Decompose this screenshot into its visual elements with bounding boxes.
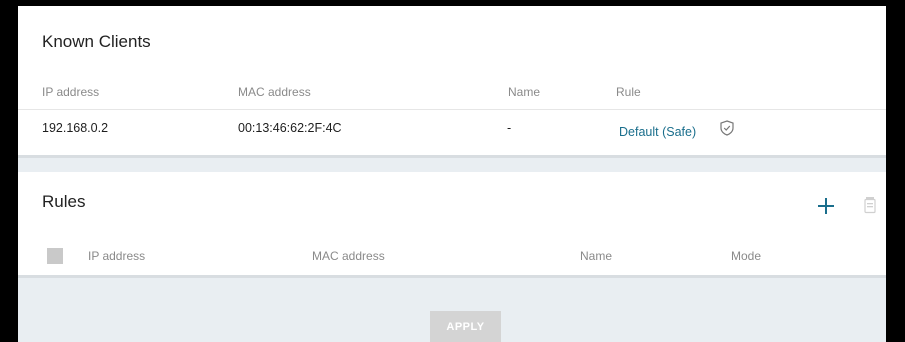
trash-icon[interactable] [864,196,876,214]
client-mac: 00:13:46:62:2F:4C [238,121,342,135]
client-rule-link[interactable]: Default (Safe) [619,125,696,139]
plus-icon[interactable] [816,196,836,216]
rules-title: Rules [42,192,86,211]
rules-col-header-ip: IP address [88,249,146,263]
shield-icon[interactable] [720,120,734,136]
apply-button[interactable]: APPLY [430,311,501,342]
client-ip: 192.168.0.2 [42,121,109,135]
col-header-rule: Rule [616,85,641,99]
col-header-mac: MAC address [238,85,311,99]
panel-divider [18,155,886,158]
col-header-name: Name [508,85,541,99]
known-clients-panel: Known Clients IP address MAC address Nam… [18,6,886,158]
rules-col-header-mode: Mode [731,249,762,263]
client-name: - [507,121,512,135]
known-clients-title: Known Clients [42,32,151,51]
select-all-checkbox[interactable] [47,248,63,264]
header-divider [18,109,886,110]
router-page: Known Clients IP address MAC address Nam… [18,6,886,342]
rules-divider [18,275,886,278]
rules-col-header-mac: MAC address [312,249,385,263]
rules-col-header-name: Name [580,249,613,263]
col-header-ip: IP address [42,85,100,99]
